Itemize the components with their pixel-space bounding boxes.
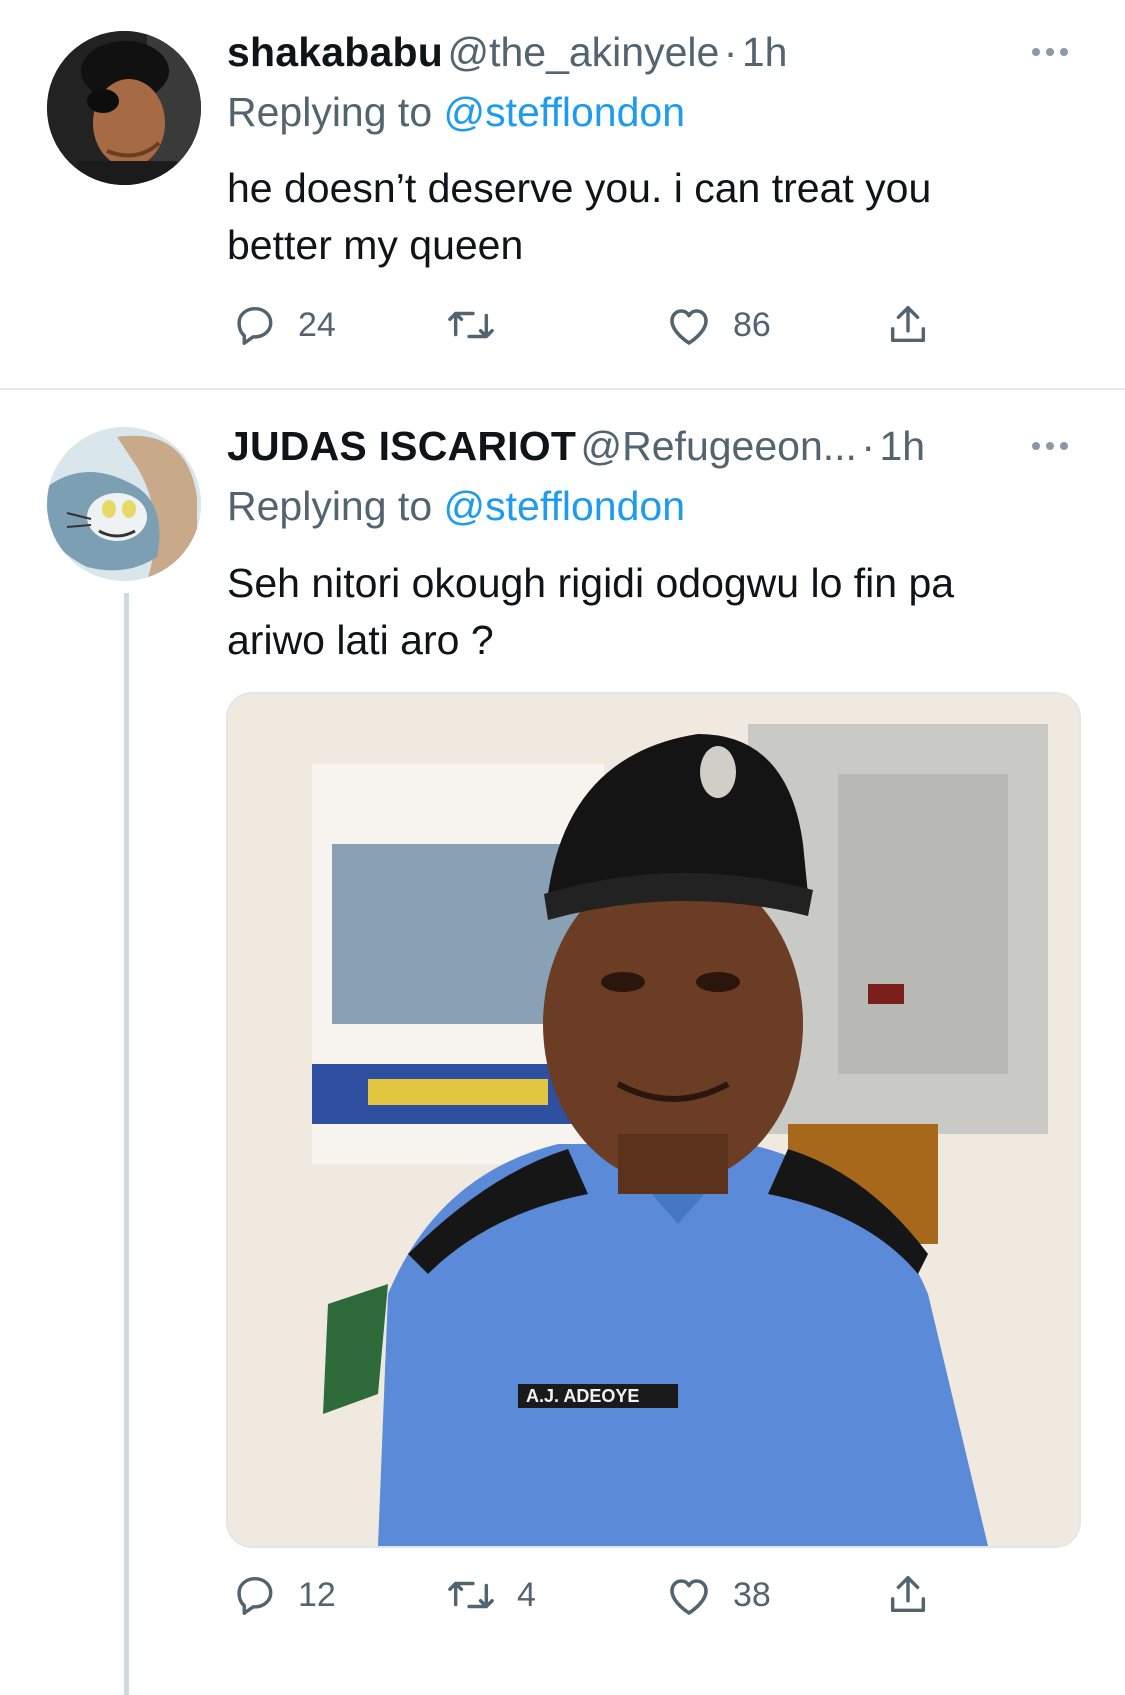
tweet-text-line: better my queen — [227, 222, 524, 268]
user-handle[interactable]: @Refugeeon... — [581, 423, 857, 469]
tweet-text: Seh nitori okough rigidi odogwu lo fin p… — [227, 555, 954, 669]
separator-dot: · — [723, 29, 738, 75]
timestamp[interactable]: 1h — [880, 423, 926, 469]
reply-icon — [237, 1576, 273, 1615]
like-count: 86 — [733, 305, 771, 344]
reply-button[interactable]: 12 — [232, 1572, 336, 1618]
replying-to: Replying to @stefflondon — [227, 481, 685, 531]
tweet-photo[interactable]: A.J. ADEOYE — [226, 692, 1081, 1548]
heart-icon — [670, 309, 708, 345]
more-options-icon[interactable] — [1032, 442, 1068, 450]
replying-to: Replying to @stefflondon — [227, 87, 685, 137]
retweet-icon — [448, 1581, 494, 1609]
like-button[interactable]: 86 — [665, 302, 771, 348]
mention-link[interactable]: @stefflondon — [444, 89, 685, 135]
mention-link[interactable]: @stefflondon — [444, 483, 685, 529]
tweet-text: he doesn’t deserve you. i can treat you … — [227, 160, 931, 274]
like-count: 38 — [733, 1575, 771, 1614]
reply-count: 24 — [298, 305, 336, 344]
display-name[interactable]: shakababu — [227, 29, 443, 75]
avatar-image — [47, 31, 201, 185]
tweet-header: JUDAS ISCARIOT @Refugeeon... · 1h — [227, 421, 925, 481]
tweet-divider — [0, 388, 1125, 390]
avatar[interactable] — [47, 31, 201, 185]
like-button[interactable]: 38 — [665, 1572, 771, 1618]
reply-button[interactable]: 24 — [232, 302, 336, 348]
share-icon — [890, 306, 926, 343]
separator-dot: · — [861, 423, 876, 469]
retweet-button[interactable]: 4 — [445, 1572, 536, 1618]
tweet-text-line: he doesn’t deserve you. i can treat you — [227, 165, 932, 211]
tweet-text-line: ariwo lati aro ? — [227, 617, 494, 663]
share-icon — [890, 1576, 926, 1613]
heart-icon — [670, 1579, 708, 1615]
replying-to-label: Replying to — [227, 483, 444, 529]
replying-to-label: Replying to — [227, 89, 444, 135]
avatar-image — [47, 427, 201, 581]
thread-line — [124, 593, 129, 1695]
user-handle[interactable]: @the_akinyele — [447, 29, 719, 75]
tweet-header: shakababu @the_akinyele · 1h — [227, 27, 787, 87]
avatar[interactable] — [47, 427, 201, 581]
timestamp[interactable]: 1h — [742, 29, 788, 75]
reply-icon — [237, 306, 273, 345]
share-button[interactable] — [885, 1572, 931, 1618]
retweet-button[interactable] — [445, 302, 517, 348]
retweet-count: 4 — [517, 1575, 536, 1614]
more-options-icon[interactable] — [1032, 48, 1068, 56]
reply-count: 12 — [298, 1575, 336, 1614]
share-button[interactable] — [885, 302, 931, 348]
display-name[interactable]: JUDAS ISCARIOT — [227, 423, 576, 469]
retweet-icon — [448, 311, 494, 339]
tweet-text-line: Seh nitori okough rigidi odogwu lo fin p… — [227, 560, 955, 606]
photo-image: A.J. ADEOYE — [228, 694, 1079, 1546]
photo-nameplate-text: A.J. ADEOYE — [526, 1386, 639, 1406]
